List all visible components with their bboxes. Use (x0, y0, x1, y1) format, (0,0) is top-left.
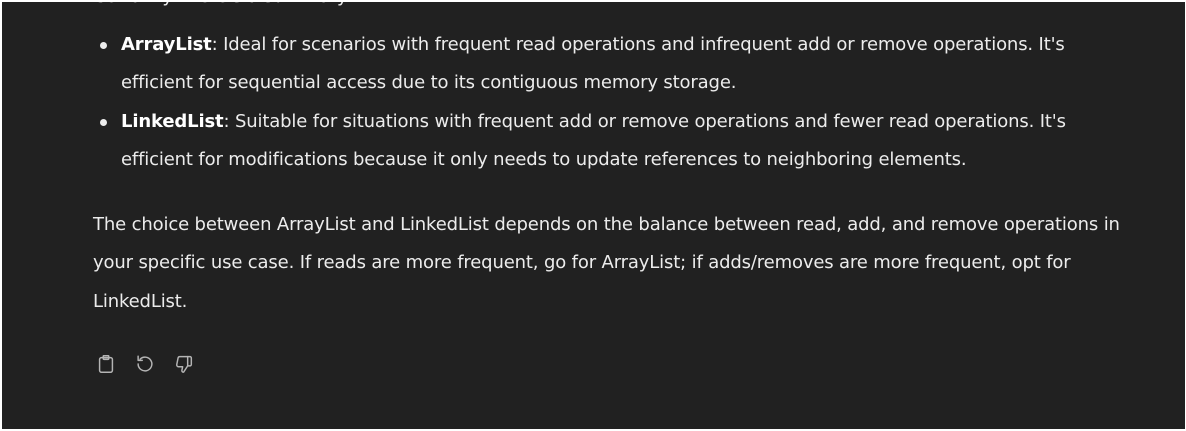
term-linkedlist: LinkedList (121, 110, 224, 132)
comparison-list: ArrayList: Ideal for scenarios with freq… (93, 26, 1133, 180)
message-intro: Certainly! Here's a summary: (93, 2, 1133, 17)
dislike-button[interactable] (172, 352, 196, 376)
thumbs-down-icon (176, 355, 193, 373)
message-actions (94, 352, 196, 376)
regenerate-icon (137, 355, 153, 372)
chat-message-panel: Certainly! Here's a summary: ArrayList: … (2, 2, 1185, 429)
message-summary: The choice between ArrayList and LinkedL… (93, 213, 1120, 312)
list-item-linkedlist: LinkedList: Suitable for situations with… (100, 103, 1133, 180)
clipboard-icon (98, 355, 114, 373)
copy-button[interactable] (94, 352, 118, 376)
description-arraylist: : Ideal for scenarios with frequent read… (121, 33, 1065, 94)
assistant-message: Certainly! Here's a summary: ArrayList: … (93, 2, 1133, 321)
description-linkedlist: : Suitable for situations with frequent … (121, 110, 1066, 171)
list-item-arraylist: ArrayList: Ideal for scenarios with freq… (100, 26, 1133, 103)
term-arraylist: ArrayList (121, 33, 212, 55)
regenerate-button[interactable] (133, 352, 157, 376)
